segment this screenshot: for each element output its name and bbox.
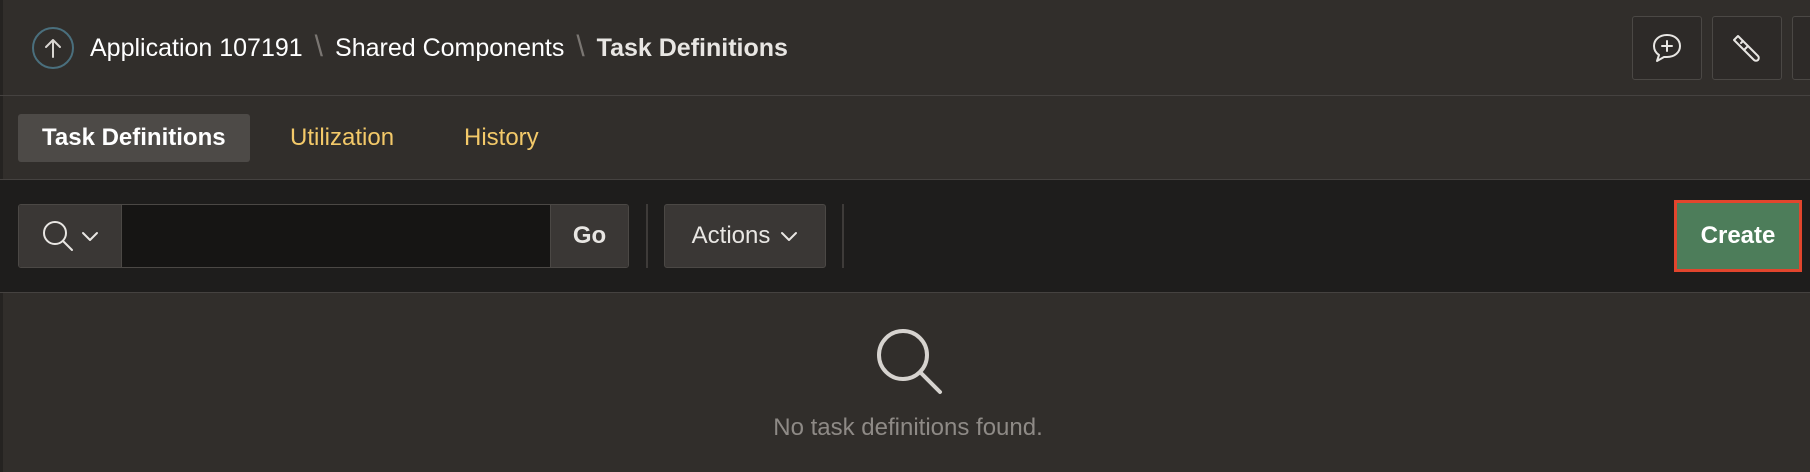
tab-utilization[interactable]: Utilization	[266, 114, 418, 162]
search-input[interactable]	[122, 205, 550, 267]
breadcrumb-separator: \	[314, 30, 324, 63]
go-button[interactable]: Go	[550, 205, 628, 267]
toolbar-divider	[646, 204, 648, 268]
actions-menu-button[interactable]: Actions	[664, 204, 826, 268]
actions-label: Actions	[691, 222, 771, 249]
arrow-up-icon	[45, 39, 61, 58]
search-column-menu[interactable]	[19, 205, 122, 267]
comment-plus-icon	[1653, 34, 1681, 62]
search-icon	[43, 221, 73, 251]
breadcrumb-shared-components[interactable]: Shared Components	[335, 34, 564, 63]
search-icon	[877, 329, 942, 394]
empty-state-message: No task definitions found.	[773, 414, 1043, 441]
tab-history[interactable]: History	[440, 114, 563, 162]
feedback-button[interactable]	[1632, 16, 1702, 80]
chevron-down-icon	[781, 232, 798, 241]
report-toolbar: Go Actions Create	[0, 180, 1810, 293]
toolbar-divider	[842, 204, 844, 268]
breadcrumb-separator: \	[576, 30, 585, 63]
page-title: Task Definitions	[596, 33, 788, 62]
navigate-up-button[interactable]	[32, 27, 74, 69]
breadcrumb: Application 107191 \ Shared Components \…	[90, 30, 788, 66]
more-header-button[interactable]	[1792, 16, 1810, 80]
tab-bar: Task Definitions Utilization History	[0, 96, 1810, 180]
flashlight-button[interactable]	[1712, 16, 1782, 80]
search-group: Go	[18, 204, 629, 268]
create-button[interactable]: Create	[1674, 200, 1802, 272]
breadcrumb-bar: Application 107191 \ Shared Components \…	[0, 0, 1810, 96]
tab-task-definitions[interactable]: Task Definitions	[18, 114, 250, 162]
breadcrumb-application[interactable]: Application 107191	[90, 34, 303, 63]
chevron-down-icon	[82, 232, 98, 241]
flashlight-icon	[1733, 35, 1760, 62]
